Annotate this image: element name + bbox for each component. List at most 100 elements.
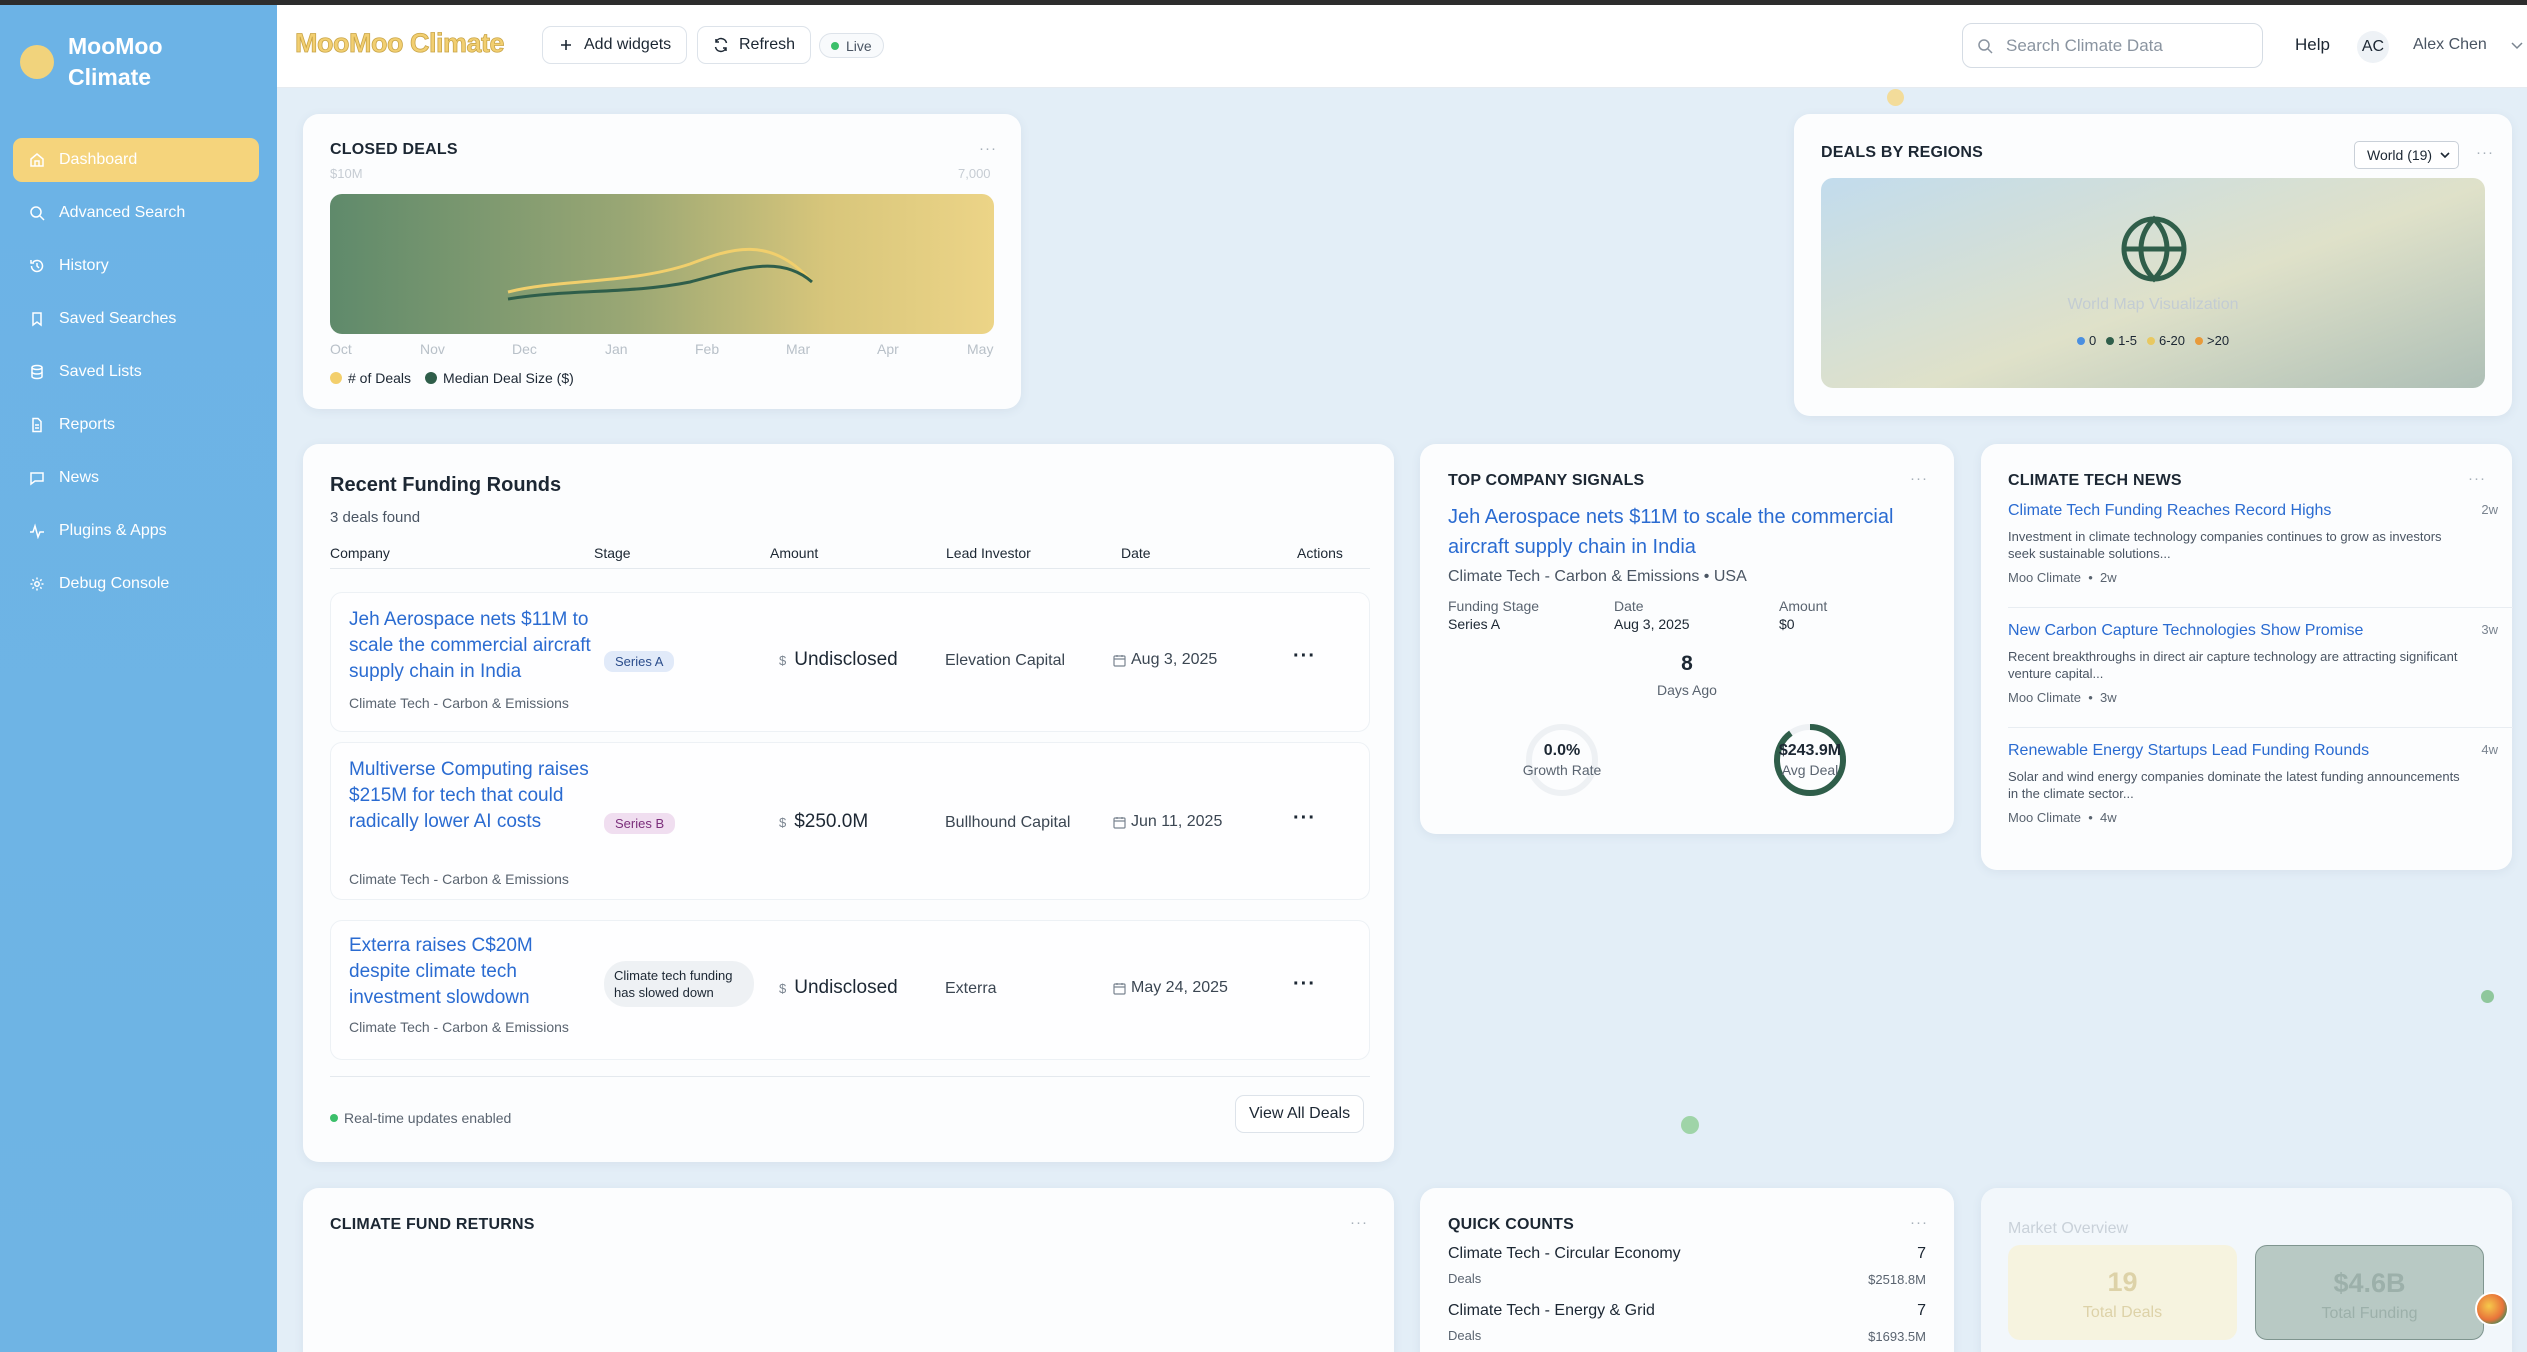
sidebar-item-history[interactable]: History [13, 244, 259, 288]
card-menu-button[interactable]: ··· [1910, 470, 1928, 487]
deal-date: Aug 3, 2025 [1113, 651, 1217, 669]
currency-icon: $ [779, 981, 787, 996]
map-legend-item: 6-20 [2146, 333, 2185, 348]
card-menu-button[interactable]: ··· [2468, 470, 2486, 487]
table-row[interactable]: Jeh Aerospace nets $11M to scale the com… [330, 592, 1370, 732]
stage-badge: Series B [604, 813, 676, 834]
sidebar-item-news[interactable]: News [13, 456, 259, 500]
quick-count-amount: $2518.8M [1868, 1272, 1926, 1287]
total-deals-tile[interactable]: 19 Total Deals [2008, 1245, 2237, 1340]
signal-headline-link[interactable]: Jeh Aerospace nets $11M to scale the com… [1448, 502, 1948, 562]
news-title-link[interactable]: Climate Tech Funding Reaches Record High… [2008, 502, 2483, 520]
brand[interactable]: MooMoo Climate [20, 31, 163, 93]
sidebar-item-advanced-search[interactable]: Advanced Search [13, 191, 259, 235]
row-actions-button[interactable]: ··· [1293, 645, 1316, 668]
card-title: DEALS BY REGIONS [1821, 144, 1984, 161]
table-row[interactable]: Multiverse Computing raises $215M for te… [330, 742, 1370, 900]
quick-count-row[interactable]: Climate Tech - Circular Economy 7 Deals … [1448, 1245, 1926, 1287]
sidebar-item-saved-searches[interactable]: Saved Searches [13, 297, 259, 341]
table-row[interactable]: Exterra raises C$20M despite climate tec… [330, 920, 1370, 1060]
bookmark-icon [29, 311, 45, 327]
deal-title-link[interactable]: Multiverse Computing raises $215M for te… [349, 757, 594, 835]
stage-badge: Series A [604, 651, 675, 672]
search-input[interactable]: Search Climate Data [1962, 23, 2263, 68]
deal-title-link[interactable]: Exterra raises C$20M despite climate tec… [349, 933, 594, 1011]
user-name[interactable]: Alex Chen [2413, 36, 2487, 54]
sidebar-item-saved-lists[interactable]: Saved Lists [13, 350, 259, 394]
database-icon [29, 364, 45, 380]
card-menu-button[interactable]: ··· [979, 140, 997, 157]
news-divider [2008, 727, 2513, 728]
app-title: MooMoo Climate [295, 28, 505, 59]
closed-deals-chart [330, 194, 994, 334]
month-label: Nov [420, 341, 445, 357]
news-excerpt: Investment in climate technology compani… [2008, 529, 2442, 561]
world-map: World Map Visualization 0 1-5 6-20 >20 [1821, 178, 2485, 388]
deal-amount-value: Undisclosed [794, 649, 898, 670]
row-actions-button[interactable]: ··· [1293, 973, 1316, 996]
deal-amount-value: $250.0M [794, 811, 869, 832]
column-header[interactable]: Stage [594, 545, 631, 561]
avatar[interactable]: AC [2357, 31, 2389, 63]
deal-title-link[interactable]: Jeh Aerospace nets $11M to scale the com… [349, 607, 594, 685]
tile-label: Total Deals [2082, 1304, 2163, 1321]
card-menu-button[interactable]: ··· [1910, 1214, 1928, 1231]
brand-name: MooMoo Climate [68, 31, 163, 93]
sidebar-item-reports[interactable]: Reports [13, 403, 259, 447]
tile-label: Total Funding [2321, 1305, 2418, 1322]
card-menu-button[interactable]: ··· [2476, 144, 2494, 161]
map-legend-item: >20 [2195, 333, 2229, 348]
field-value: Aug 3, 2025 [1614, 616, 1690, 632]
avg-deal-ring [1774, 724, 1846, 796]
help-link[interactable]: Help [2295, 35, 2330, 55]
climate-tech-news-card: CLIMATE TECH NEWS ··· Climate Tech Fundi… [1981, 444, 2513, 870]
column-header: Actions [1297, 545, 1343, 561]
view-all-deals-button[interactable]: View All Deals [1235, 1095, 1365, 1133]
decorative-dot [2481, 990, 2494, 1003]
column-header[interactable]: Amount [770, 545, 818, 561]
news-title-link[interactable]: Renewable Energy Startups Lead Funding R… [2008, 742, 2483, 760]
quick-count-row[interactable]: Climate Tech - Energy & Grid 7 Deals $16… [1448, 1302, 1926, 1344]
currency-icon: $ [779, 815, 787, 830]
column-header[interactable]: Lead Investor [946, 545, 1031, 561]
quick-count-value: 7 [1917, 1245, 1926, 1262]
news-title-link[interactable]: New Carbon Capture Technologies Show Pro… [2008, 622, 2483, 640]
sidebar-item-label: Plugins & Apps [59, 522, 167, 539]
news-item[interactable]: Renewable Energy Startups Lead Funding R… [2008, 742, 2498, 825]
column-header[interactable]: Date [1121, 545, 1151, 561]
quick-count-name: Climate Tech - Circular Economy [1448, 1245, 1681, 1262]
map-legend-item: 0 [2076, 333, 2096, 348]
sidebar-item-label: News [59, 469, 100, 486]
sidebar-item-plugins[interactable]: Plugins & Apps [13, 509, 259, 553]
region-select[interactable]: World (19) [2354, 141, 2459, 169]
deal-count: 3 deals found [330, 509, 421, 526]
column-header[interactable]: Company [330, 545, 390, 561]
avg-deal-value: $243.9M [1778, 742, 1842, 759]
plus-icon [561, 40, 571, 50]
month-label: Mar [786, 341, 811, 357]
row-actions-button[interactable]: ··· [1293, 807, 1316, 830]
chevron-down-icon[interactable] [2511, 42, 2523, 50]
quick-count-amount: $1693.5M [1868, 1329, 1926, 1344]
map-legend-item: 1-5 [2106, 333, 2137, 348]
search-icon [1978, 38, 1993, 54]
news-item[interactable]: New Carbon Capture Technologies Show Pro… [2008, 622, 2498, 705]
sidebar-item-dashboard[interactable]: Dashboard [13, 138, 259, 182]
legend-swatch [330, 372, 342, 384]
refresh-icon [714, 37, 728, 53]
assistant-bubble-icon[interactable] [2475, 1292, 2509, 1326]
lead-investor: Exterra [945, 980, 997, 997]
total-funding-tile[interactable]: $4.6B Total Funding [2255, 1245, 2484, 1340]
deal-amount: $ $250.0M [779, 811, 868, 833]
news-item[interactable]: Climate Tech Funding Reaches Record High… [2008, 502, 2498, 585]
card-title: Market Overview [2008, 1220, 2129, 1237]
card-menu-button[interactable]: ··· [1350, 1214, 1368, 1231]
growth-rate-label: Growth Rate [1522, 762, 1602, 778]
realtime-dot-icon [330, 1114, 338, 1122]
sidebar: MooMoo Climate Dashboard Advanced Search… [0, 5, 277, 1352]
brand-line-1: MooMoo [68, 33, 163, 59]
currency-icon: $ [779, 653, 787, 668]
add-widgets-button[interactable]: Add widgets [542, 26, 688, 64]
sidebar-item-debug-console[interactable]: Debug Console [13, 562, 259, 606]
refresh-button[interactable]: Refresh [697, 26, 812, 64]
